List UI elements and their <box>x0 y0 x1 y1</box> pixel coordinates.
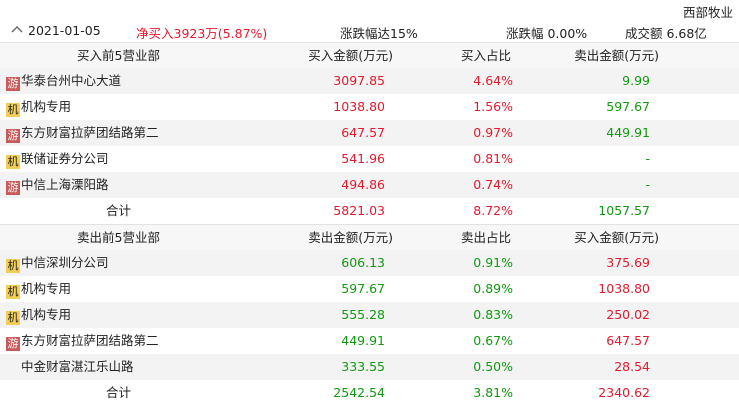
sell-amount: 449.91 <box>341 333 385 348</box>
sell-amount: 9.99 <box>622 73 650 88</box>
buy-amount: 647.57 <box>341 125 385 140</box>
sell-section: 卖出前5营业部 卖出金额(万元) 卖出占比 买入金额(万元) 机中信深圳分公司 … <box>0 225 739 406</box>
branch-name: 华泰台州中心大道 <box>21 73 122 88</box>
sell-amount: 597.67 <box>341 281 385 296</box>
table-row[interactable]: 游东方财富拉萨团结路第二 449.91 0.67% 647.57 <box>0 328 739 354</box>
summary-bar: 2021-01-05 净买入3923万(5.87%) 涨跌幅达15% 涨跌幅 0… <box>0 20 739 43</box>
sell-total-row: 合计 2542.54 3.81% 2340.62 <box>0 380 739 406</box>
buy-ratio: 0.97% <box>473 125 513 140</box>
no-badge <box>6 359 20 373</box>
price-change: 涨跌幅 0.00% <box>506 26 588 41</box>
stock-name[interactable]: 西部牧业 <box>683 2 733 21</box>
table-row[interactable]: 游东方财富拉萨团结路第二 647.57 0.97% 449.91 <box>0 120 739 146</box>
buy-amount: 541.96 <box>341 151 385 166</box>
sell-ratio: 0.91% <box>473 255 513 270</box>
buy-amount: 494.86 <box>341 177 385 192</box>
sell-amount: - <box>645 177 650 192</box>
buy-ratio: 4.64% <box>473 73 513 88</box>
branch-name: 中金财富湛江乐山路 <box>21 359 134 374</box>
sell-amount: 597.67 <box>606 99 650 114</box>
buy-amount: 28.54 <box>614 359 650 374</box>
chevron-up-icon[interactable] <box>10 21 24 37</box>
total-buy-amount: 2340.62 <box>598 385 650 400</box>
hot-money-badge: 游 <box>6 337 20 351</box>
total-label: 合计 <box>105 385 131 400</box>
table-row[interactable]: 中金财富湛江乐山路 333.55 0.50% 28.54 <box>0 354 739 380</box>
institution-badge: 机 <box>6 259 20 273</box>
table-row[interactable]: 机机构专用 1038.80 1.56% 597.67 <box>0 94 739 120</box>
header-sell-ratio: 卖出占比 <box>460 230 511 245</box>
sell-ratio: 0.67% <box>473 333 513 348</box>
total-buy-ratio: 8.72% <box>473 203 513 218</box>
table-row[interactable]: 游中信上海溧阳路 494.86 0.74% - <box>0 172 739 198</box>
branch-name: 中信上海溧阳路 <box>21 177 109 192</box>
header-buy-amount: 买入金额(万元) <box>574 230 659 245</box>
top-bar: 西部牧业 <box>0 0 739 20</box>
table-row[interactable]: 机中信深圳分公司 606.13 0.91% 375.69 <box>0 250 739 276</box>
sell-amount: - <box>645 151 650 166</box>
buy-ratio: 0.74% <box>473 177 513 192</box>
header-sell-branch: 卖出前5营业部 <box>77 230 160 245</box>
institution-badge: 机 <box>6 285 20 299</box>
limit-reason: 涨跌幅达15% <box>340 26 418 41</box>
sell-amount: 606.13 <box>341 255 385 270</box>
sell-amount: 555.28 <box>341 307 385 322</box>
header-buy-amount: 买入金额(万元) <box>308 48 393 63</box>
sell-ratio: 0.83% <box>473 307 513 322</box>
hot-money-badge: 游 <box>6 181 20 195</box>
buy-amount: 3097.85 <box>333 73 385 88</box>
table-row[interactable]: 机机构专用 555.28 0.83% 250.02 <box>0 302 739 328</box>
branch-name: 机构专用 <box>21 307 72 322</box>
branch-name: 机构专用 <box>21 99 72 114</box>
buy-amount: 647.57 <box>606 333 650 348</box>
hot-money-badge: 游 <box>6 129 20 143</box>
branch-name: 东方财富拉萨团结路第二 <box>21 125 159 140</box>
sell-amount: 449.91 <box>606 125 650 140</box>
table-row[interactable]: 机机构专用 597.67 0.89% 1038.80 <box>0 276 739 302</box>
header-sell-amount: 卖出金额(万元) <box>308 230 393 245</box>
branch-name: 机构专用 <box>21 281 72 296</box>
sell-ratio: 0.50% <box>473 359 513 374</box>
buy-amount: 1038.80 <box>333 99 385 114</box>
branch-name: 联储证券分公司 <box>21 151 109 166</box>
institution-badge: 机 <box>6 103 20 117</box>
total-buy-amount: 5821.03 <box>333 203 385 218</box>
table-row[interactable]: 机联储证券分公司 541.96 0.81% - <box>0 146 739 172</box>
total-sell-ratio: 3.81% <box>473 385 513 400</box>
institution-badge: 机 <box>6 155 20 169</box>
buy-table-header: 买入前5营业部 买入金额(万元) 买入占比 卖出金额(万元) <box>0 43 739 68</box>
net-buy-amount: 净买入3923万(5.87%) <box>136 26 268 41</box>
header-buy-ratio: 买入占比 <box>460 48 511 63</box>
header-sell-amount: 卖出金额(万元) <box>574 48 659 63</box>
header-buy-branch: 买入前5营业部 <box>77 48 160 63</box>
hot-money-badge: 游 <box>6 77 20 91</box>
institution-badge: 机 <box>6 311 20 325</box>
sell-table-header: 卖出前5营业部 卖出金额(万元) 卖出占比 买入金额(万元) <box>0 225 739 250</box>
buy-amount: 375.69 <box>606 255 650 270</box>
branch-name: 东方财富拉萨团结路第二 <box>21 333 159 348</box>
buy-amount: 250.02 <box>606 307 650 322</box>
buy-ratio: 1.56% <box>473 99 513 114</box>
total-label: 合计 <box>105 203 131 218</box>
sell-amount: 333.55 <box>341 359 385 374</box>
turnover: 成交额 6.68亿 <box>625 26 707 41</box>
sell-ratio: 0.89% <box>473 281 513 296</box>
trade-date: 2021-01-05 <box>28 23 101 38</box>
total-sell-amount: 1057.57 <box>598 203 650 218</box>
total-sell-amount: 2542.54 <box>333 385 385 400</box>
table-row[interactable]: 游华泰台州中心大道 3097.85 4.64% 9.99 <box>0 68 739 94</box>
buy-amount: 1038.80 <box>598 281 650 296</box>
buy-section: 买入前5营业部 买入金额(万元) 买入占比 卖出金额(万元) 游华泰台州中心大道… <box>0 43 739 224</box>
branch-name: 中信深圳分公司 <box>21 255 109 270</box>
buy-ratio: 0.81% <box>473 151 513 166</box>
buy-total-row: 合计 5821.03 8.72% 1057.57 <box>0 198 739 224</box>
